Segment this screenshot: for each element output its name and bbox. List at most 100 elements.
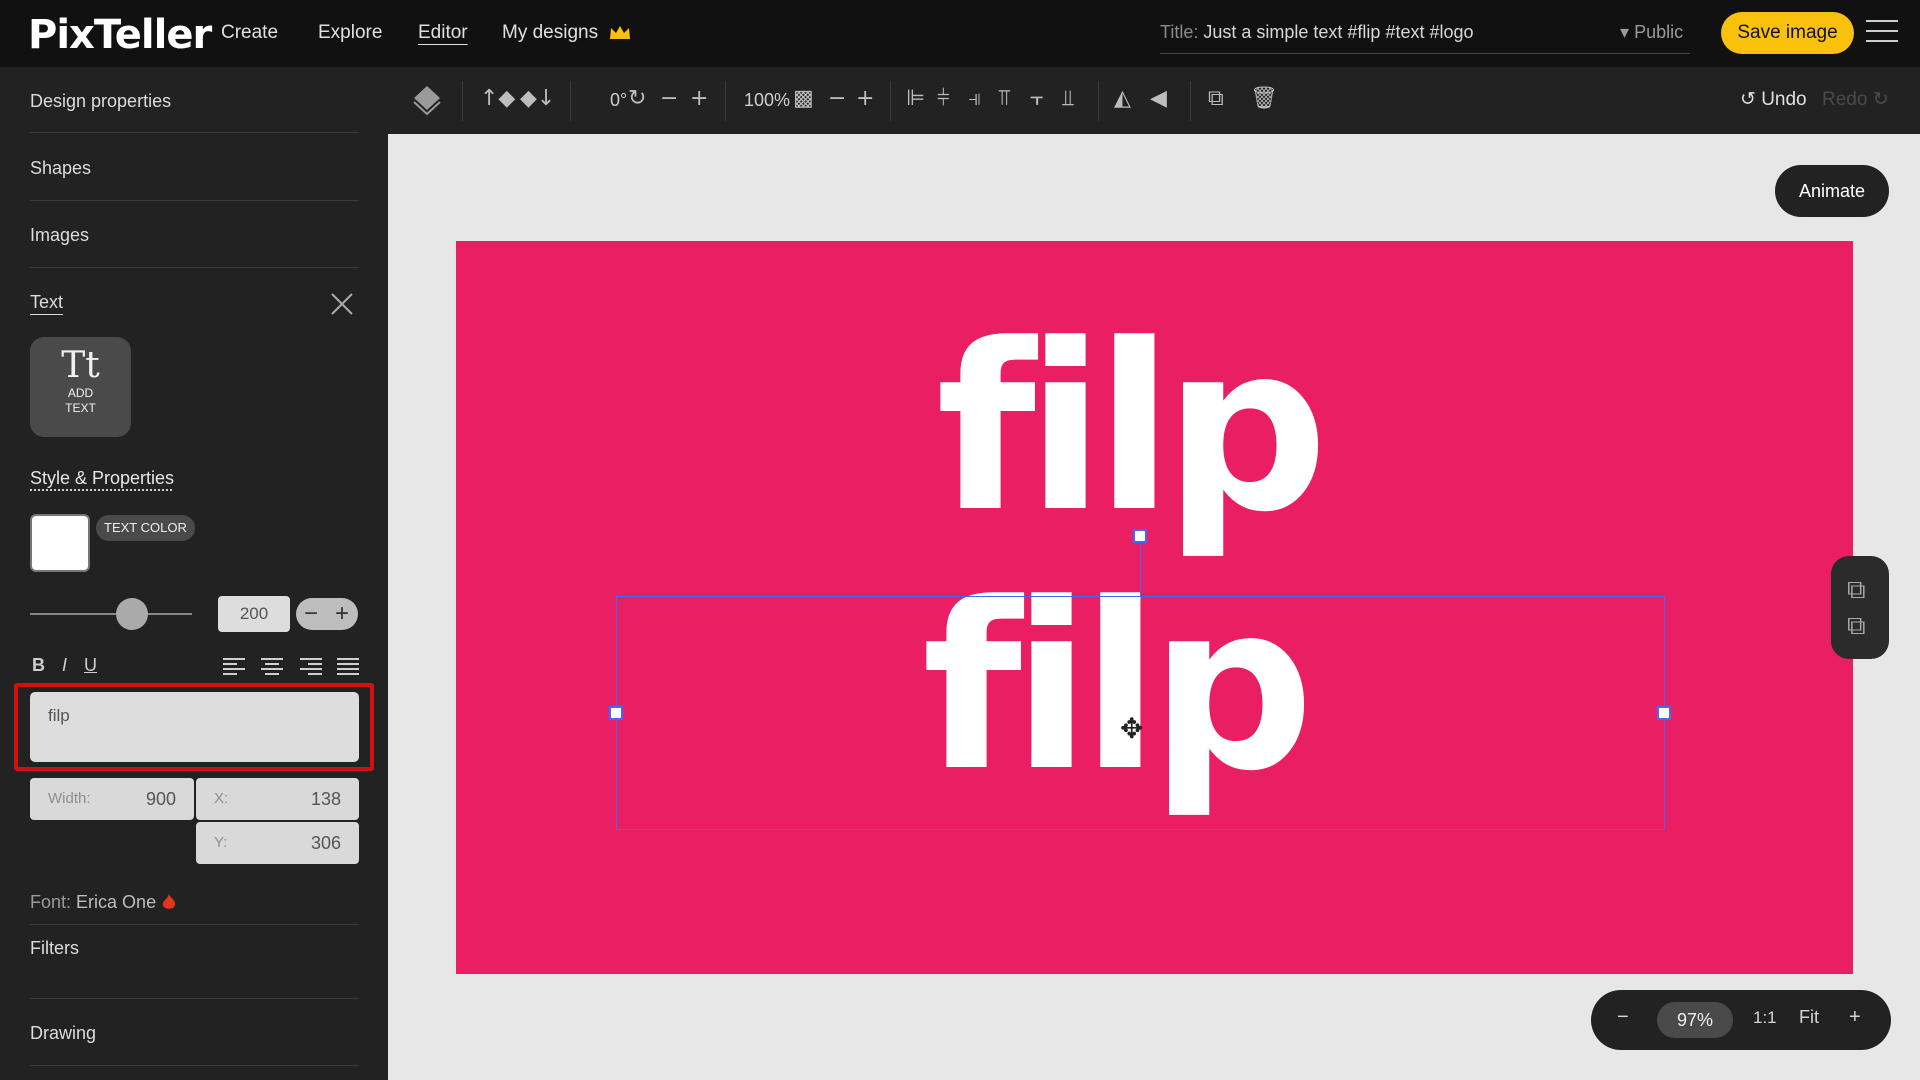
add-text-button[interactable]: Tt ADD TEXT bbox=[30, 337, 131, 437]
pixteller-logo[interactable]: PixTeller bbox=[28, 12, 212, 58]
align-v-center-icon[interactable]: ⫟ bbox=[1030, 86, 1043, 111]
nav-create[interactable]: Create bbox=[221, 22, 278, 44]
divider bbox=[1190, 81, 1191, 121]
rotate-minus-icon[interactable]: − bbox=[660, 86, 678, 111]
add-text-label-1: ADD bbox=[67, 386, 94, 400]
italic-button[interactable]: I bbox=[62, 655, 67, 676]
opacity-minus-icon[interactable]: − bbox=[828, 86, 846, 111]
send-backward-icon[interactable]: ◆↓ bbox=[520, 86, 555, 111]
resize-handle-left[interactable] bbox=[609, 706, 623, 720]
divider bbox=[30, 267, 359, 268]
font-size-input[interactable]: 200 bbox=[218, 596, 290, 632]
sidebar-item-drawing[interactable]: Drawing bbox=[30, 1023, 359, 1044]
align-left-edge-icon[interactable]: ⊫ bbox=[906, 86, 925, 111]
align-center-icon[interactable] bbox=[261, 658, 283, 675]
zoom-fit-button[interactable]: Fit bbox=[1799, 1007, 1819, 1028]
opacity-plus-icon[interactable]: + bbox=[856, 86, 874, 111]
font-size-slider-track[interactable] bbox=[30, 613, 192, 615]
nav-explore[interactable]: Explore bbox=[318, 22, 382, 44]
text-layer-top[interactable]: filp bbox=[936, 315, 1328, 545]
sidebar-item-filters[interactable]: Filters bbox=[30, 938, 359, 959]
rotate-icon[interactable]: ↻ bbox=[628, 86, 646, 111]
y-field[interactable]: Y: 306 bbox=[196, 822, 359, 864]
sidebar-item-images[interactable]: Images bbox=[30, 225, 359, 246]
zoom-out-icon[interactable]: − bbox=[1617, 1006, 1629, 1029]
divider bbox=[570, 81, 571, 121]
x-field[interactable]: X: 138 bbox=[196, 778, 359, 820]
y-label: Y: bbox=[214, 834, 228, 851]
zoom-1-1-button[interactable]: 1:1 bbox=[1753, 1008, 1777, 1028]
title-field[interactable]: Title: Just a simple text #flip #text #l… bbox=[1160, 18, 1690, 54]
text-content-input[interactable]: filp bbox=[30, 692, 359, 762]
title-value: Just a simple text #flip #text #logo bbox=[1203, 22, 1474, 42]
zoom-level[interactable]: 97% bbox=[1657, 1002, 1733, 1038]
rotate-plus-icon[interactable]: + bbox=[690, 86, 708, 111]
bold-button[interactable]: B bbox=[32, 655, 45, 676]
save-image-button[interactable]: Save image bbox=[1721, 12, 1854, 54]
text-color-swatch[interactable] bbox=[30, 514, 90, 572]
rotation-handle[interactable] bbox=[1133, 529, 1147, 543]
sidebar-item-text[interactable]: Text bbox=[30, 292, 63, 313]
align-justify-icon[interactable] bbox=[337, 658, 359, 675]
duplicate-icon[interactable]: ⧉ bbox=[1208, 86, 1224, 111]
plus-icon[interactable]: + bbox=[327, 600, 357, 628]
font-size-slider-knob[interactable] bbox=[116, 598, 148, 630]
align-right-edge-icon[interactable]: ⫣ bbox=[968, 86, 981, 111]
undo-button[interactable]: ↺ Undo bbox=[1740, 88, 1807, 111]
divider bbox=[30, 1065, 359, 1066]
divider bbox=[30, 200, 359, 201]
zoom-controls: − 97% 1:1 Fit + bbox=[1591, 990, 1891, 1050]
bring-forward-icon[interactable]: ↑◆ bbox=[480, 86, 515, 111]
trash-icon[interactable]: 🗑 bbox=[1250, 86, 1278, 111]
caret-down-icon: ▾ bbox=[1620, 22, 1630, 42]
nav-editor[interactable]: Editor bbox=[418, 22, 468, 44]
align-h-center-icon[interactable]: ⫩ bbox=[937, 86, 950, 111]
add-page-icon[interactable]: ⧉ bbox=[1847, 574, 1866, 606]
top-bar: PixTeller Create Explore Editor My desig… bbox=[0, 0, 1920, 67]
underline-button[interactable]: U bbox=[84, 655, 97, 676]
move-icon: ✥ bbox=[1120, 713, 1144, 744]
rotation-value[interactable]: 0° bbox=[610, 90, 627, 111]
font-size-stepper[interactable]: − + bbox=[296, 598, 358, 630]
divider bbox=[30, 924, 359, 925]
visibility-label: Public bbox=[1634, 22, 1684, 42]
zoom-in-icon[interactable]: + bbox=[1849, 1006, 1861, 1029]
animate-button[interactable]: Animate bbox=[1775, 165, 1889, 217]
rotation-handle-line bbox=[1140, 543, 1141, 596]
redo-button[interactable]: Redo ↻ bbox=[1822, 88, 1889, 111]
redo-icon: ↻ bbox=[1872, 89, 1889, 110]
menu-icon[interactable] bbox=[1866, 20, 1898, 44]
fire-icon bbox=[162, 894, 176, 909]
duplicate-page-icon[interactable]: ⧉ bbox=[1847, 610, 1866, 642]
divider bbox=[725, 81, 726, 121]
page-tools: ⧉ ⧉ bbox=[1831, 556, 1889, 659]
crown-icon bbox=[610, 26, 631, 39]
align-top-edge-icon[interactable]: ⫪ bbox=[998, 86, 1010, 111]
nav-my-designs[interactable]: My designs bbox=[502, 22, 631, 44]
width-value: 900 bbox=[145, 789, 176, 809]
flip-vertical-icon[interactable]: ◀ bbox=[1150, 86, 1167, 111]
style-properties-header: Style & Properties bbox=[30, 468, 175, 488]
visibility-dropdown[interactable]: ▾ Public bbox=[1620, 22, 1683, 43]
undo-label: Undo bbox=[1761, 89, 1807, 110]
minus-icon[interactable]: − bbox=[296, 600, 326, 628]
text-tool-icon: Tt bbox=[61, 345, 100, 386]
undo-icon: ↺ bbox=[1740, 89, 1756, 110]
layers-icon[interactable] bbox=[412, 84, 442, 118]
left-sidebar bbox=[0, 67, 388, 1080]
close-icon[interactable] bbox=[330, 292, 354, 316]
align-left-icon[interactable] bbox=[223, 658, 245, 675]
width-label: Width: bbox=[48, 790, 91, 807]
text-color-badge: TEXT COLOR bbox=[96, 515, 195, 541]
font-value: Erica One bbox=[76, 892, 157, 912]
align-bottom-edge-icon[interactable]: ⫫ bbox=[1062, 86, 1074, 111]
align-right-icon[interactable] bbox=[300, 658, 322, 675]
sidebar-item-shapes[interactable]: Shapes bbox=[30, 158, 359, 179]
width-field[interactable]: Width: 900 bbox=[30, 778, 194, 820]
redo-label: Redo bbox=[1822, 89, 1868, 110]
sidebar-item-design-properties[interactable]: Design properties bbox=[30, 91, 359, 112]
opacity-value[interactable]: 100% bbox=[744, 90, 790, 111]
resize-handle-right[interactable] bbox=[1657, 706, 1671, 720]
flip-horizontal-icon[interactable]: ◭ bbox=[1114, 86, 1131, 111]
font-selector[interactable]: Font: Erica One bbox=[30, 892, 177, 913]
